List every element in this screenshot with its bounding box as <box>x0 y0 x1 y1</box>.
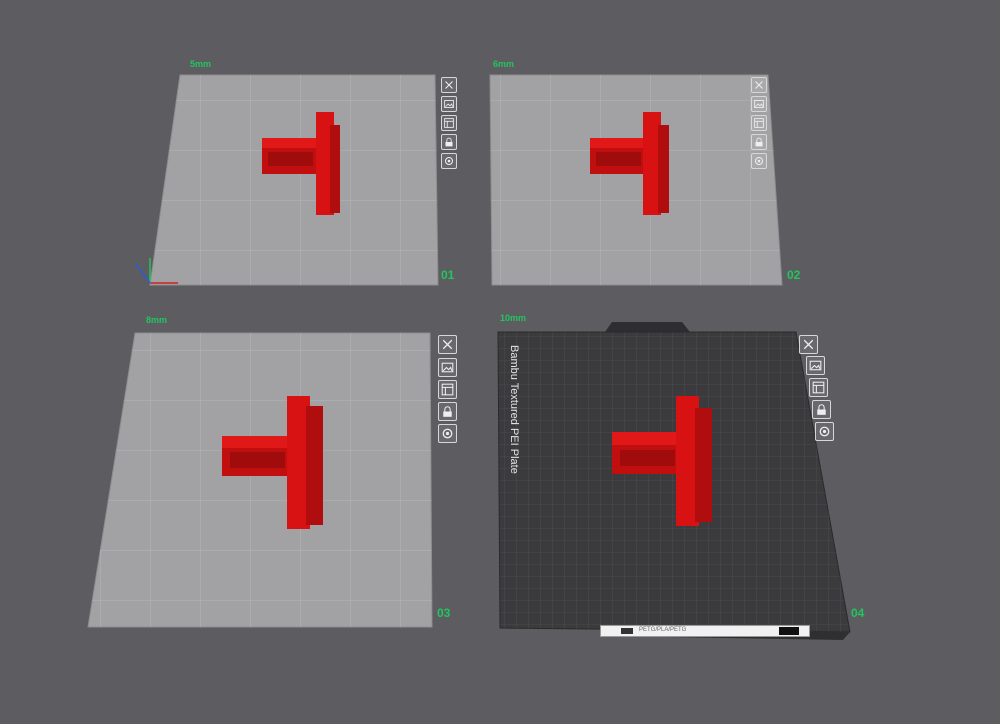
plate-2-number: 02 <box>787 268 801 282</box>
layout-icon <box>444 118 454 128</box>
plate-4-strip-text: PETG/PLA/PETG <box>639 627 687 633</box>
lock-icon <box>445 137 453 147</box>
plate-4-settings-button[interactable] <box>815 422 834 441</box>
plate-4-lock-button[interactable] <box>812 400 831 419</box>
plate-4-thumbnail-button[interactable] <box>806 356 825 375</box>
image-icon <box>444 100 454 108</box>
plate-4[interactable] <box>497 322 851 640</box>
settings-icon <box>819 426 830 437</box>
lock-icon <box>443 406 452 417</box>
plate-4-close-button[interactable] <box>799 335 818 354</box>
settings-icon <box>754 156 764 166</box>
qr-icon <box>621 628 633 634</box>
plate-3-layout-button[interactable] <box>438 380 457 399</box>
settings-icon <box>444 156 454 166</box>
plate-3-number: 03 <box>437 606 451 620</box>
close-icon <box>445 81 453 89</box>
plate-3-lock-button[interactable] <box>438 402 457 421</box>
close-icon <box>755 81 763 89</box>
lock-icon <box>755 137 763 147</box>
plate-2-layout-button[interactable] <box>751 115 767 131</box>
brand-icon <box>779 627 799 635</box>
plate-1-thumbnail-button[interactable] <box>441 96 457 112</box>
lock-icon <box>817 404 826 415</box>
plate-2-label[interactable]: 6mm <box>493 59 514 69</box>
plate-4-layout-button[interactable] <box>809 378 828 397</box>
plate-2-close-button[interactable] <box>751 77 767 93</box>
plate-overview-canvas[interactable]: 5mm 6mm 8mm 10mm 01 02 03 04 Bambu Textu… <box>0 0 1000 719</box>
plate-4-number: 04 <box>851 606 865 620</box>
plate-1-lock-button[interactable] <box>441 134 457 150</box>
layout-icon <box>441 383 454 396</box>
close-icon <box>442 339 453 350</box>
plate-4-label[interactable]: 10mm <box>500 313 526 323</box>
image-icon <box>754 100 764 108</box>
plate-1-layout-button[interactable] <box>441 115 457 131</box>
plate-4-label-strip: PETG/PLA/PETG <box>600 625 810 637</box>
plate-1-close-button[interactable] <box>441 77 457 93</box>
layout-icon <box>754 118 764 128</box>
plate-3-close-button[interactable] <box>438 335 457 354</box>
image-icon <box>809 360 822 371</box>
plate-1-number: 01 <box>441 268 455 282</box>
plate-2-thumbnail-button[interactable] <box>751 96 767 112</box>
layout-icon <box>812 381 825 394</box>
plate-3-settings-button[interactable] <box>438 424 457 443</box>
plate-3[interactable] <box>87 332 433 628</box>
plate-3-thumbnail-button[interactable] <box>438 358 457 377</box>
plate-1-settings-button[interactable] <box>441 153 457 169</box>
plate-4-name: Bambu Textured PEI Plate <box>508 345 520 474</box>
plate-2[interactable] <box>489 74 783 286</box>
plate-2-settings-button[interactable] <box>751 153 767 169</box>
settings-icon <box>442 428 453 439</box>
close-icon <box>803 339 814 350</box>
plate-1-label[interactable]: 5mm <box>190 59 211 69</box>
plate-3-label[interactable]: 8mm <box>146 315 167 325</box>
plate-1[interactable] <box>149 74 439 286</box>
plates-svg <box>87 74 851 640</box>
image-icon <box>441 362 454 373</box>
plate-2-lock-button[interactable] <box>751 134 767 150</box>
